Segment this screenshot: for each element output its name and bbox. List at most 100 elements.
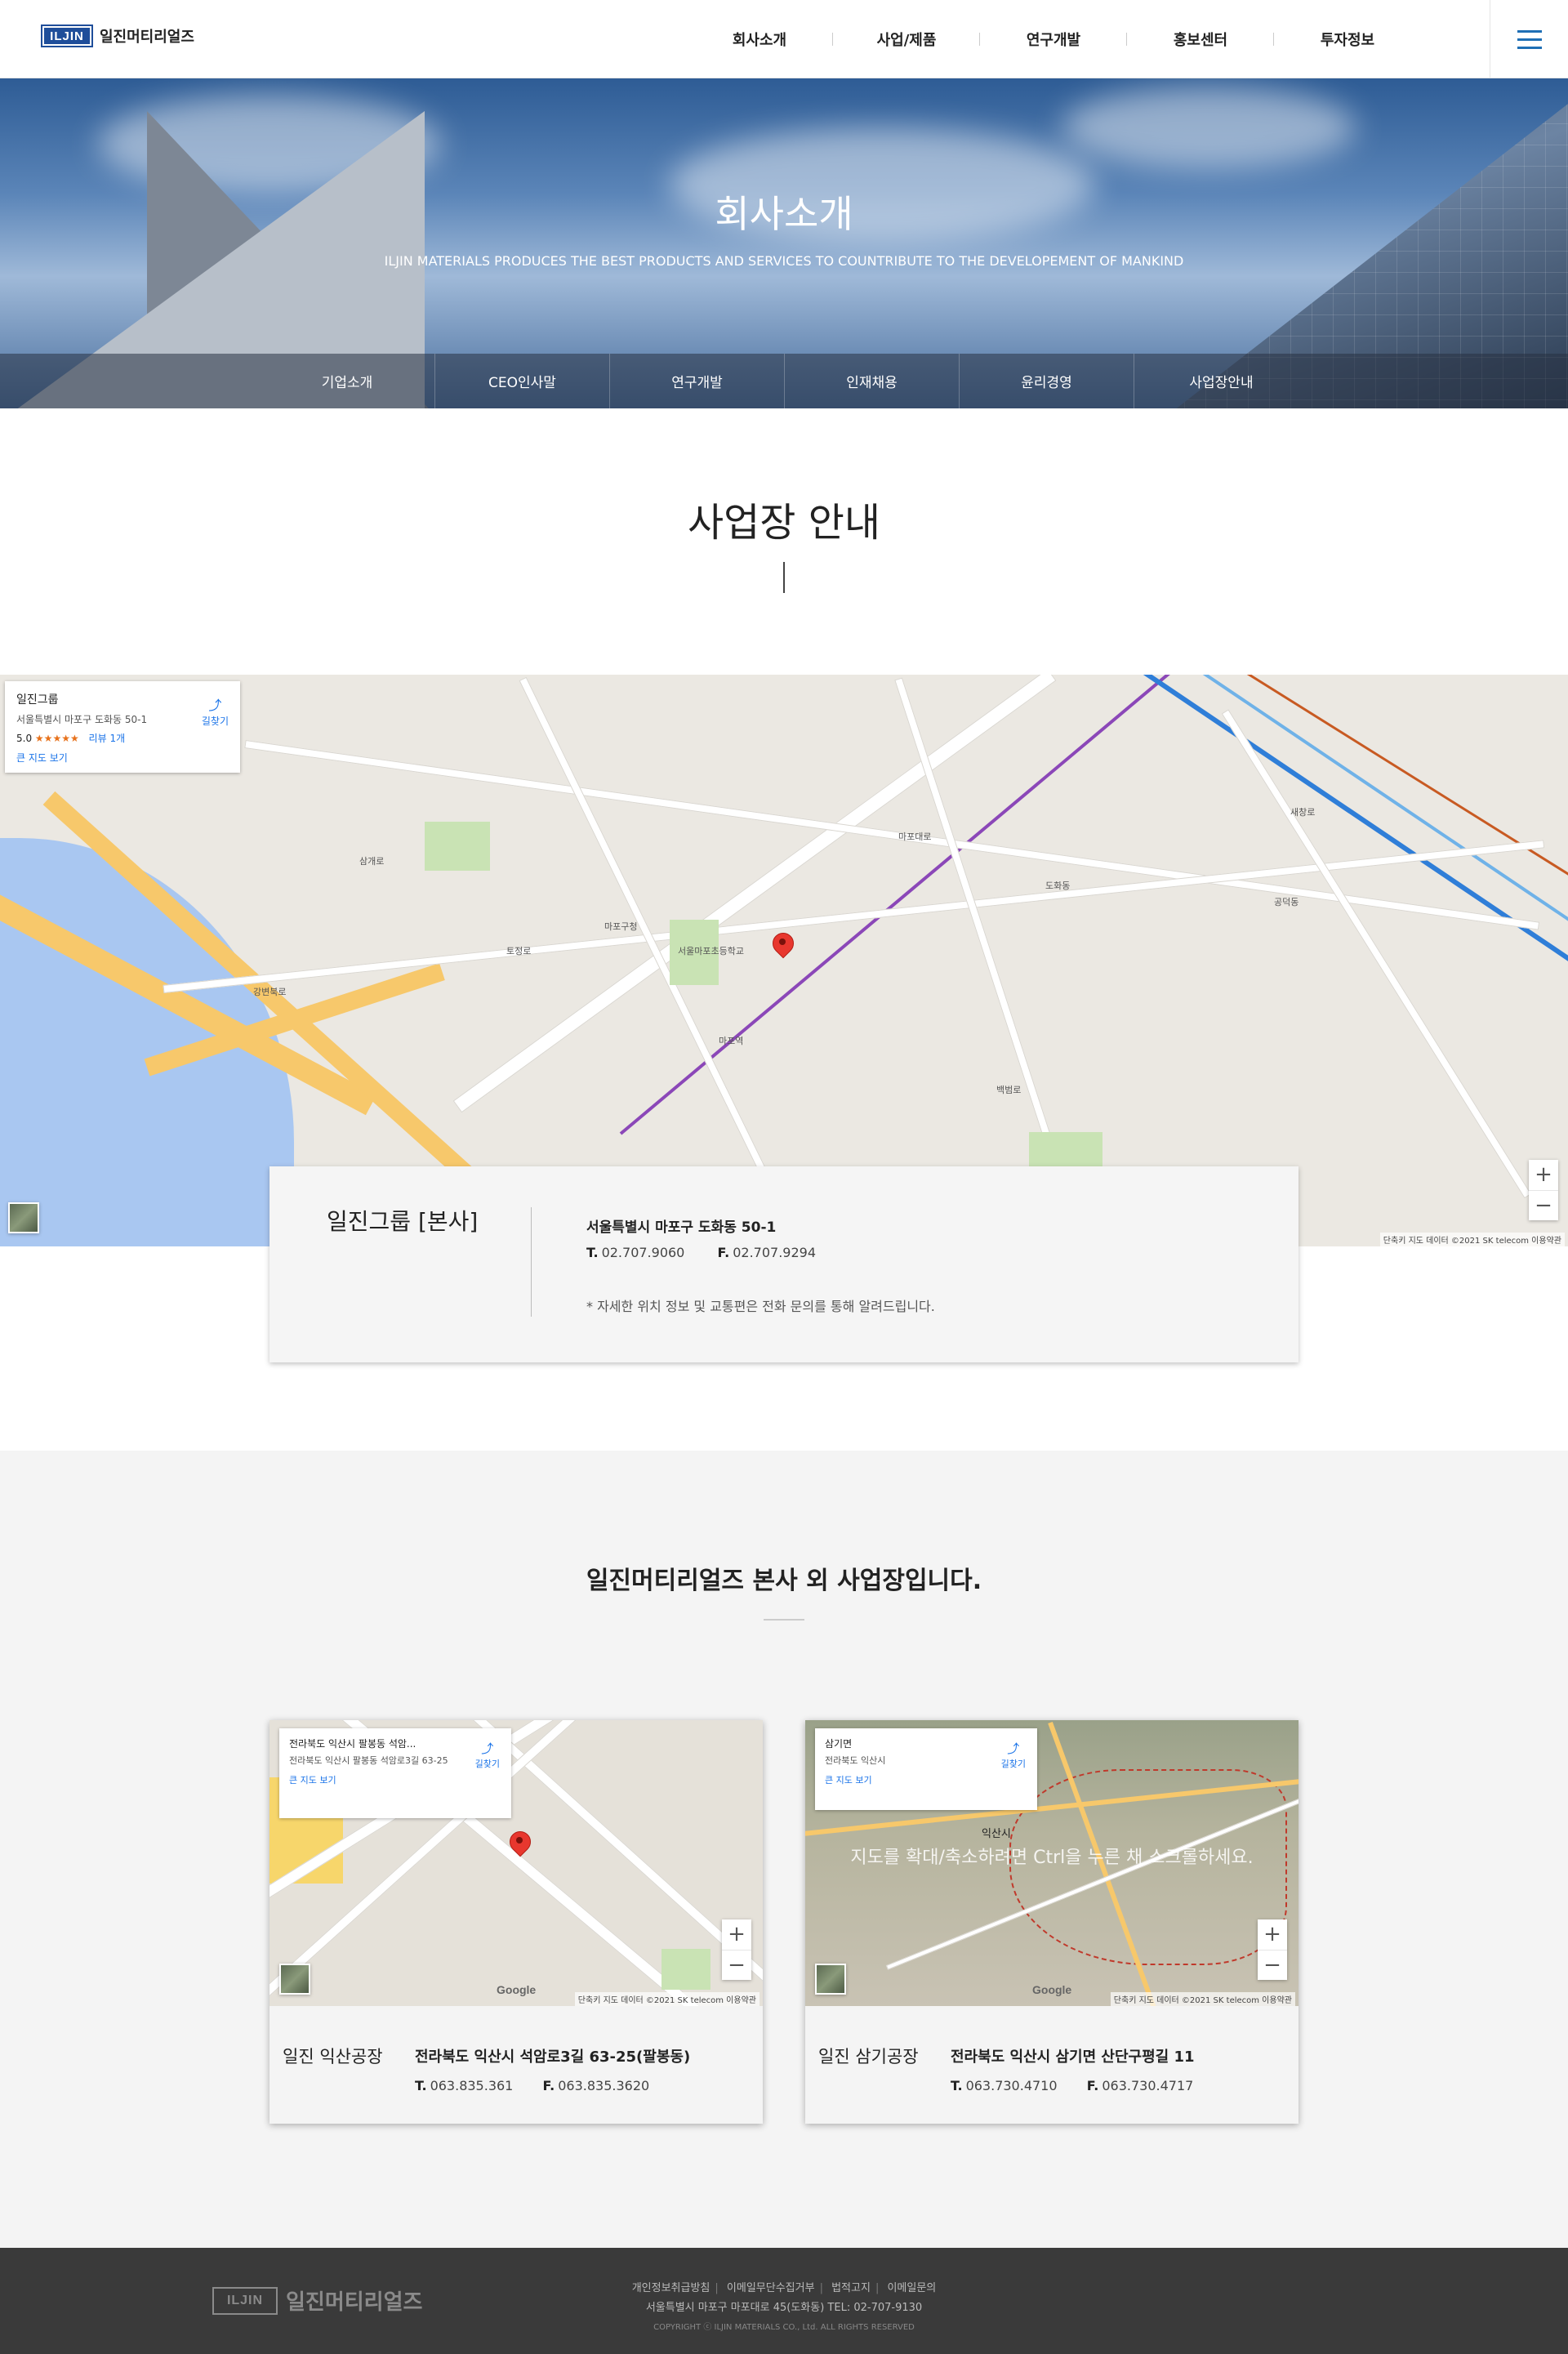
larger-map-link[interactable]: 큰 지도 보기: [16, 751, 68, 765]
plant-card-iksan: 전라북도 익산시 팔봉동 석암... 전라북도 익산시 팔봉동 석암로3길 63…: [270, 1720, 763, 2124]
hamburger-menu-icon[interactable]: [1490, 0, 1568, 78]
plant-name: 일진 익산공장: [283, 2047, 383, 2066]
directions-label: 길찾기: [1000, 1759, 1026, 1769]
plant-tel: 063.835.361: [430, 2078, 514, 2093]
location-pin-icon[interactable]: [773, 933, 792, 961]
map-info-window: 삼기면 전라북도 익산시 큰 지도 보기 ⤴ 길찾기: [815, 1728, 1037, 1810]
satellite-toggle[interactable]: [279, 1964, 310, 1995]
larger-map-link[interactable]: 큰 지도 보기: [289, 1773, 501, 1786]
map-label: 백범로: [996, 1085, 1022, 1095]
tel-label: T.: [415, 2078, 427, 2093]
legal-link[interactable]: 법적고지: [831, 2282, 871, 2294]
plant-map[interactable]: 지도를 확대/축소하려면 Ctrl을 누른 채 스크롤하세요. 익산시 삼기면 …: [805, 1720, 1298, 2006]
map-label: 삼개로: [359, 856, 385, 867]
zoom-control: + −: [722, 1919, 751, 1980]
plant-name: 일진 삼기공장: [818, 2047, 919, 2066]
logo[interactable]: ILJIN 일진머티리얼즈: [41, 25, 194, 47]
nav-company[interactable]: 회사소개: [686, 0, 833, 78]
nav-pr[interactable]: 홍보센터: [1127, 0, 1274, 78]
map-label: 서울마포초등학교: [678, 946, 744, 956]
subnav-recruit[interactable]: 인재채용: [784, 354, 959, 408]
larger-map-link[interactable]: 큰 지도 보기: [825, 1773, 1027, 1786]
rating-value: 5.0: [16, 733, 33, 744]
zoom-in-icon[interactable]: +: [1258, 1919, 1287, 1951]
plant-address: 전라북도 익산시 석암로3길 63-25(팔봉동): [415, 2049, 691, 2066]
footer-copyright: COPYRIGHT ⓒ ILJIN MATERIALS CO., Ltd. AL…: [653, 2323, 915, 2332]
fax-label: F.: [717, 1245, 730, 1260]
map-label: 마포대로: [898, 831, 932, 842]
card-divider: [531, 1207, 532, 1317]
subnav-locations[interactable]: 사업장안내: [1134, 354, 1308, 408]
subnav-about[interactable]: 기업소개: [260, 354, 434, 408]
subnav-ceo[interactable]: CEO인사말: [434, 354, 609, 408]
tel-label: T.: [586, 1245, 599, 1260]
fax-label: F.: [542, 2078, 555, 2093]
zoom-out-icon[interactable]: −: [722, 1951, 751, 1981]
park: [662, 1949, 710, 1990]
nav-business[interactable]: 사업/제품: [833, 0, 980, 78]
plant-address: 전라북도 익산시 삼기면 산단구평길 11: [951, 2049, 1195, 2066]
hq-address: 서울특별시 마포구 도화동 50-1: [586, 1219, 777, 1236]
hq-fax: 02.707.9294: [733, 1245, 816, 1260]
directions-button[interactable]: ⤴ 길찾기: [202, 694, 229, 728]
map-attribution: 단축키 지도 데이터 ©2021 SK telecom 이용약관: [1379, 1233, 1565, 1246]
directions-button[interactable]: ⤴ 길찾기: [475, 1740, 500, 1770]
plants-title: 일진머티리얼즈 본사 외 사업장입니다.: [586, 1567, 982, 1595]
plant-info: 일진 삼기공장 전라북도 익산시 삼기면 산단구평길 11 T. 063.730.…: [805, 2006, 1298, 2124]
privacy-link[interactable]: 개인정보취급방침: [632, 2282, 710, 2294]
map-info-name: 일진그룹: [16, 693, 59, 707]
site-footer: ILJIN 일진머티리얼즈 개인정보취급방침 | 이메일무단수집거부 | 법적고지 |…: [0, 2248, 1568, 2354]
subnav-rnd[interactable]: 연구개발: [609, 354, 784, 408]
zoom-control: + −: [1529, 1160, 1558, 1220]
subway-line: [1125, 675, 1568, 983]
zoom-in-icon[interactable]: +: [1529, 1160, 1558, 1191]
hq-map[interactable]: 마포대로 도화동 공덕동 마포구청 서울마포초등학교 새창로 마포역 강변북로 …: [0, 675, 1568, 1246]
satellite-toggle[interactable]: [8, 1202, 39, 1233]
map-info-address: 서울특별시 마포구 도화동 50-1: [16, 714, 148, 725]
title-divider: [783, 562, 785, 593]
directions-icon: ⤴: [481, 1741, 494, 1756]
hq-contact: T. 02.707.9060 F. 02.707.9294: [586, 1245, 816, 1260]
site-header: ILJIN 일진머티리얼즈 회사소개 사업/제품 연구개발 홍보센터 투자정보: [0, 0, 1568, 78]
plant-map[interactable]: 전라북도 익산시 팔봉동 석암... 전라북도 익산시 팔봉동 석암로3길 63…: [270, 1720, 763, 2006]
hero-banner: 회사소개 ILJIN MATERIALS PRODUCES THE BEST P…: [0, 78, 1568, 408]
map-label: 강변북로: [253, 987, 287, 997]
map-info-name: 삼기면: [825, 1738, 853, 1750]
map-label: 익산시: [982, 1828, 1011, 1840]
directions-label: 길찾기: [474, 1759, 500, 1769]
map-info-address: 전라북도 익산시 팔봉동 석암로3길 63-25: [289, 1755, 448, 1766]
zoom-out-icon[interactable]: −: [1529, 1191, 1558, 1221]
hero-title: 회사소개: [715, 192, 853, 236]
plants-divider: [764, 1619, 804, 1621]
scroll-zoom-overlay: 지도를 확대/축소하려면 Ctrl을 누른 채 스크롤하세요.: [850, 1848, 1254, 1868]
hq-name: 일진그룹 [본사]: [327, 1208, 479, 1235]
map-attribution: 단축키 지도 데이터 ©2021 SK telecom 이용약관: [1110, 1992, 1295, 2006]
email-inquiry-link[interactable]: 이메일문의: [887, 2282, 936, 2294]
location-pin-icon[interactable]: [510, 1831, 529, 1859]
zoom-out-icon[interactable]: −: [1258, 1951, 1287, 1981]
map-info-name: 전라북도 익산시 팔봉동 석암...: [289, 1738, 416, 1750]
zoom-in-icon[interactable]: +: [722, 1919, 751, 1951]
logo-mark: ILJIN: [41, 25, 93, 47]
map-info-window: 일진그룹 서울특별시 마포구 도화동 50-1 5.0 ★★★★★ 리뷰 1개 …: [5, 681, 240, 773]
map-label: 마포역: [719, 1036, 744, 1046]
nav-ir[interactable]: 투자정보: [1274, 0, 1421, 78]
plant-contact: T. 063.730.4710 F. 063.730.4717: [951, 2078, 1193, 2093]
email-refusal-link[interactable]: 이메일무단수집거부: [727, 2282, 815, 2294]
reviews-link[interactable]: 리뷰 1개: [89, 733, 126, 744]
subnav-ethics[interactable]: 윤리경영: [959, 354, 1134, 408]
hq-info-card: 일진그룹 [본사] 서울특별시 마포구 도화동 50-1 T. 02.707.90…: [270, 1166, 1298, 1362]
fax-label: F.: [1086, 2078, 1099, 2093]
map-label: 도화동: [1045, 881, 1071, 891]
plant-contact: T. 063.835.361 F. 063.835.3620: [415, 2078, 649, 2093]
map-label: 새창로: [1290, 807, 1316, 818]
map-label: 토정로: [506, 946, 532, 956]
plant-fax: 063.730.4717: [1102, 2078, 1194, 2093]
satellite-toggle[interactable]: [815, 1964, 846, 1995]
road: [1221, 709, 1532, 1199]
hq-note: * 자세한 위치 정보 및 교통편은 전화 문의를 통해 알려드립니다.: [586, 1299, 935, 1314]
nav-rnd[interactable]: 연구개발: [980, 0, 1127, 78]
directions-button[interactable]: ⤴ 길찾기: [1001, 1740, 1026, 1770]
map-label: 공덕동: [1274, 897, 1299, 907]
plant-card-samgi: 지도를 확대/축소하려면 Ctrl을 누른 채 스크롤하세요. 익산시 삼기면 …: [805, 1720, 1298, 2124]
